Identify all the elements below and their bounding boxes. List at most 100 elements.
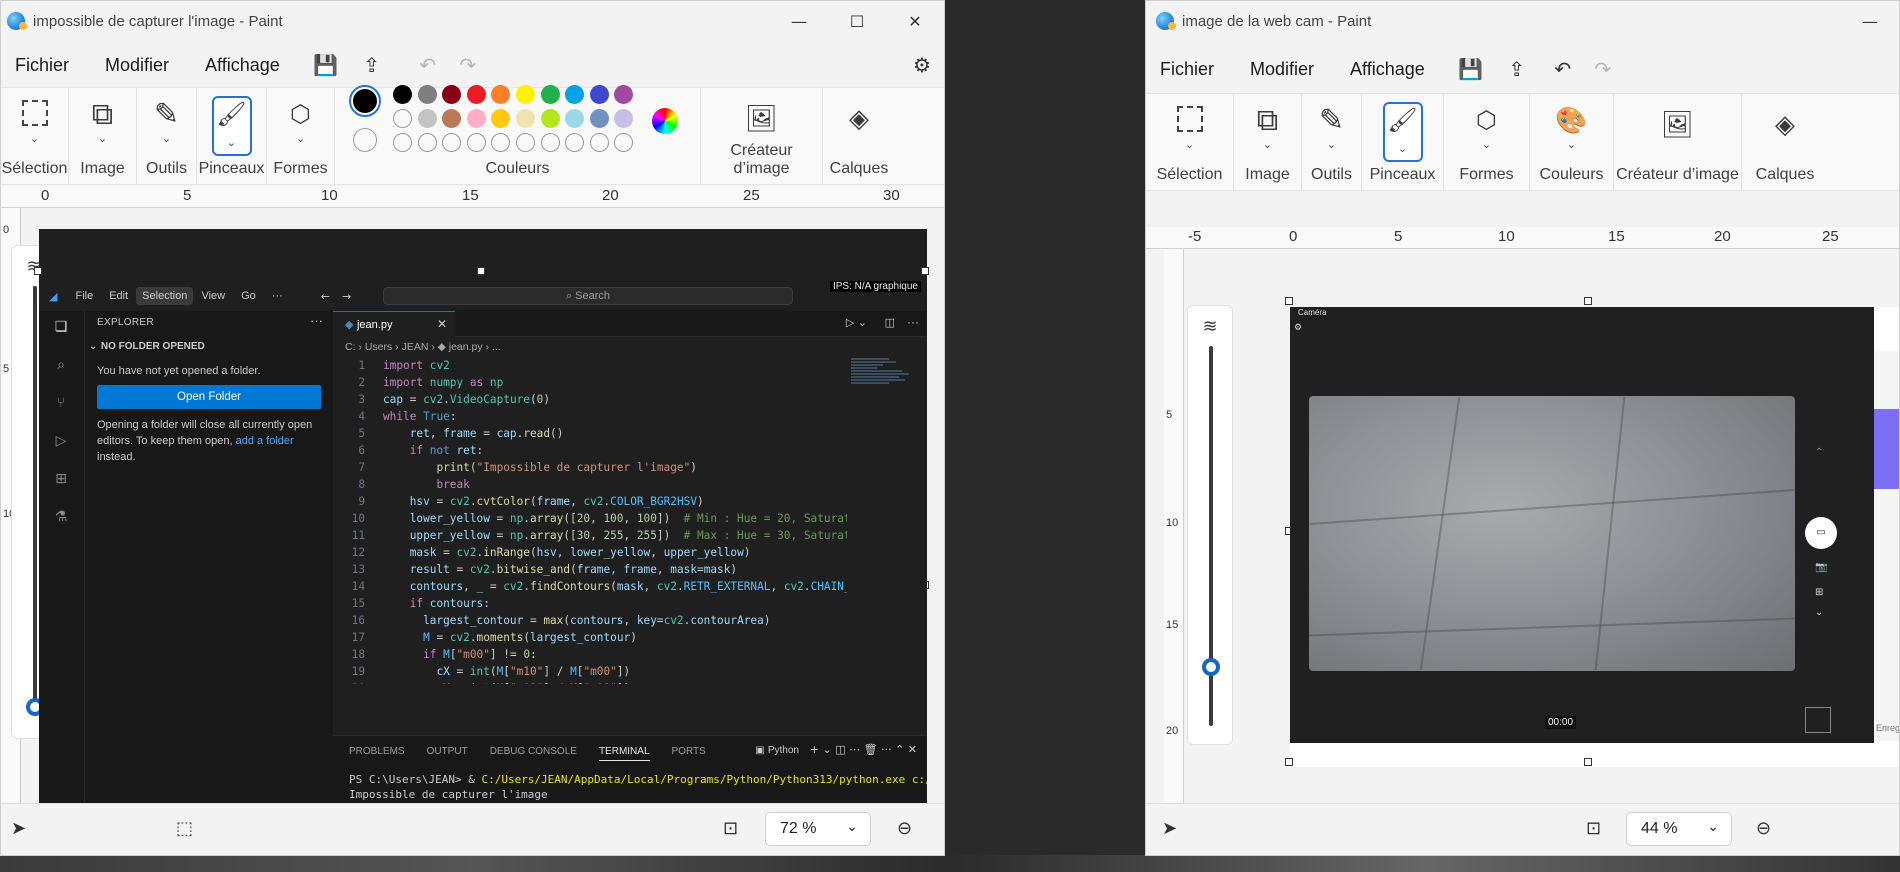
tab-ports[interactable]: PORTS — [672, 746, 706, 761]
resize-handle[interactable] — [1285, 297, 1293, 305]
no-folder-heading[interactable]: ⌄ NO FOLDER OPENED — [85, 339, 205, 355]
secondary-color[interactable] — [353, 128, 377, 152]
color-swatch[interactable] — [540, 133, 560, 152]
brush-size-slider[interactable]: ≋ — [1187, 305, 1233, 745]
group-createur-image[interactable]: 🖼 Créateur d’image — [1614, 94, 1742, 190]
terminal-output[interactable]: PS C:\Users\JEAN> & C:/Users/JEAN/AppDat… — [349, 772, 927, 802]
group-pinceaux[interactable]: 🖌 ⌄ Pinceaux — [197, 88, 267, 184]
color-swatch[interactable] — [565, 109, 585, 128]
vscode-menu-view[interactable]: View — [193, 290, 233, 302]
color-wheel-icon[interactable] — [652, 108, 678, 134]
color-swatch[interactable] — [442, 85, 462, 104]
resize-handle[interactable] — [34, 267, 42, 275]
tab-terminal[interactable]: TERMINAL — [598, 746, 650, 761]
color-swatch[interactable] — [466, 109, 486, 128]
source-control-icon[interactable]: ⑂ — [52, 395, 70, 413]
run-debug-icon[interactable]: ▷ — [52, 433, 70, 451]
color-swatch[interactable] — [614, 85, 634, 104]
color-swatch[interactable] — [565, 85, 585, 104]
explorer-icon[interactable]: ❏ — [52, 319, 70, 337]
mode-grid-icon[interactable]: ⊞ — [1815, 587, 1823, 598]
color-swatch[interactable] — [540, 109, 560, 128]
color-swatch[interactable] — [442, 133, 462, 152]
group-couleurs[interactable]: 🎨 ⌄ Couleurs — [1530, 94, 1614, 190]
redo-icon[interactable]: ↷ — [1583, 52, 1623, 86]
minimize-icon[interactable]: — — [1841, 1, 1899, 41]
color-swatch[interactable] — [393, 133, 412, 152]
undo-icon[interactable]: ↶ — [408, 48, 448, 82]
fit-to-window-icon[interactable]: ⊡ — [1586, 818, 1601, 839]
panel-actions-icon[interactable]: + ⌄ ◫ ⋯ 🗑 ··· ⌃ ✕ — [810, 743, 917, 756]
group-formes[interactable]: ⬡ ⌄ Formes — [267, 88, 335, 184]
vscode-search-input[interactable]: ⌕ Search — [383, 287, 793, 305]
color-swatch[interactable] — [417, 85, 437, 104]
vscode-menu-more[interactable]: ··· — [264, 290, 291, 302]
tab-debug-console[interactable]: DEBUG CONSOLE — [490, 746, 577, 761]
group-selection[interactable]: ⌄ Sélection — [1, 88, 69, 184]
save-icon[interactable]: 💾 — [1451, 52, 1491, 86]
testing-icon[interactable]: ⚗ — [52, 509, 70, 527]
color-swatch[interactable] — [614, 109, 634, 128]
color-swatch[interactable] — [565, 133, 585, 152]
settings-gear-icon[interactable]: ⚙ — [902, 48, 942, 82]
tab-problems[interactable]: PROBLEMS — [349, 746, 405, 761]
chevron-up-icon[interactable]: ⌃ — [1815, 447, 1823, 458]
color-swatch[interactable] — [516, 109, 535, 128]
group-image[interactable]: ⧉ ⌄ Image — [69, 88, 137, 184]
color-swatch[interactable] — [466, 133, 486, 152]
color-swatch[interactable] — [614, 133, 634, 152]
group-image[interactable]: ⧉ ⌄ Image — [1234, 94, 1302, 190]
menu-fichier[interactable]: Fichier — [1, 55, 83, 76]
terminal-lang[interactable]: ▣ Python — [755, 745, 799, 756]
zoom-dropdown[interactable]: 44 % ⌄ — [1626, 812, 1732, 846]
close-tab-icon[interactable]: ✕ — [437, 312, 447, 337]
color-swatch[interactable] — [393, 85, 412, 104]
vscode-menu-go[interactable]: Go — [233, 290, 264, 302]
group-formes[interactable]: ⬡ ⌄ Formes — [1444, 94, 1530, 190]
tab-jean-py[interactable]: ◆ jean.py ✕ — [333, 311, 455, 337]
menu-affichage[interactable]: Affichage — [191, 55, 294, 76]
color-swatch[interactable] — [491, 85, 511, 104]
group-outils[interactable]: ✎ ⌄ Outils — [1302, 94, 1362, 190]
vscode-menu-file[interactable]: File — [67, 290, 101, 302]
tab-output[interactable]: OUTPUT — [427, 746, 468, 761]
code-editor[interactable]: 1 import cv2 2 import numpy as np 3 cap = c… — [333, 357, 847, 684]
color-swatch[interactable] — [589, 109, 609, 128]
nav-back-icon[interactable]: ← — [321, 290, 330, 303]
nav-forward-icon[interactable]: → — [342, 290, 351, 303]
resize-handle[interactable] — [1584, 758, 1592, 766]
record-video-button[interactable]: ▭ — [1805, 517, 1837, 549]
share-icon[interactable]: ⇪ — [1497, 52, 1537, 86]
color-swatch[interactable] — [589, 85, 609, 104]
maximize-icon[interactable]: ☐ — [828, 1, 886, 41]
color-swatch[interactable] — [393, 109, 412, 128]
chevron-down-icon[interactable]: ⌄ — [1815, 607, 1823, 618]
open-folder-button[interactable]: Open Folder — [97, 385, 321, 409]
color-swatch[interactable] — [466, 85, 486, 104]
share-icon[interactable]: ⇪ — [352, 48, 392, 82]
gallery-thumbnail[interactable] — [1805, 707, 1831, 733]
group-outils[interactable]: ✎ ⌄ Outils — [137, 88, 197, 184]
color-swatch[interactable] — [442, 109, 462, 128]
close-icon[interactable]: ✕ — [886, 1, 944, 41]
undo-icon[interactable]: ↶ — [1543, 52, 1583, 86]
color-swatch[interactable] — [540, 85, 560, 104]
color-swatch[interactable] — [491, 133, 511, 152]
resize-handle[interactable] — [921, 267, 929, 275]
run-icon[interactable]: ▷ ⌄ — [846, 316, 867, 329]
save-icon[interactable]: 💾 — [306, 48, 346, 82]
menu-fichier[interactable]: Fichier — [1146, 59, 1228, 80]
breadcrumb[interactable]: C: › Users › JEAN › ◆ jean.py › ... — [345, 341, 501, 353]
menu-affichage[interactable]: Affichage — [1336, 59, 1439, 80]
more-actions-icon[interactable]: ··· — [310, 313, 323, 328]
fit-to-window-icon[interactable]: ⊡ — [723, 818, 738, 839]
more-actions-icon[interactable]: ··· — [907, 315, 919, 329]
resize-handle[interactable] — [1285, 758, 1293, 766]
group-calques[interactable]: ◈ Calques — [823, 88, 895, 184]
add-folder-link[interactable]: add a folder — [236, 435, 294, 447]
zoom-out-icon[interactable]: ⊖ — [897, 818, 912, 839]
search-icon[interactable]: ⌕ — [52, 357, 70, 375]
group-createur-image[interactable]: 🖼 Créateur d’image — [701, 88, 823, 184]
zoom-out-icon[interactable]: ⊖ — [1756, 818, 1771, 839]
slider-thumb[interactable] — [1202, 658, 1220, 676]
